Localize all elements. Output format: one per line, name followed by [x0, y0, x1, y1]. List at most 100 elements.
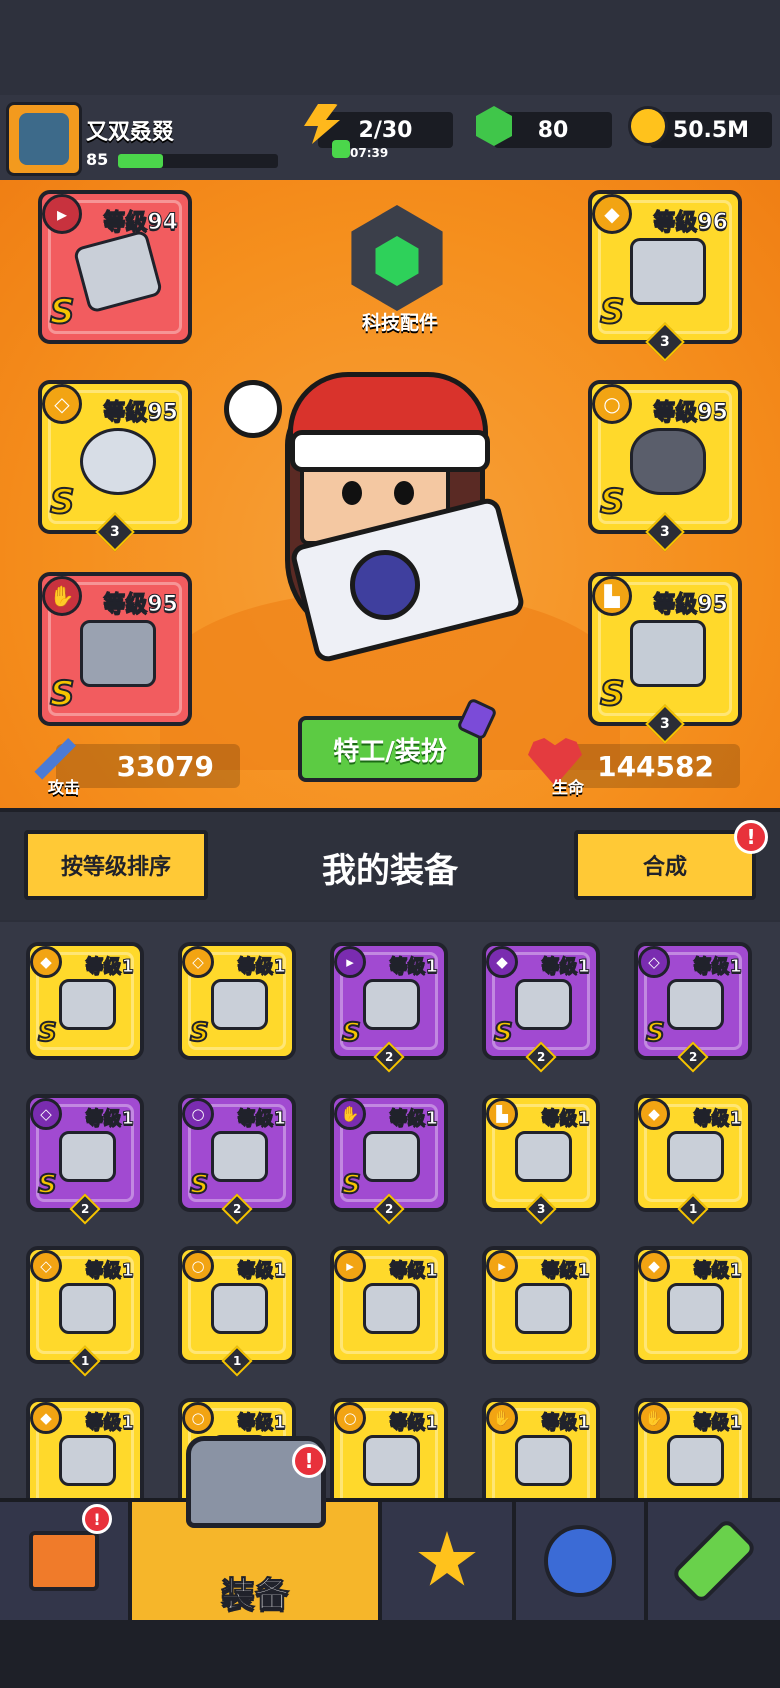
inventory-item-necklace[interactable]: ◇ 等级1 S	[178, 942, 296, 1060]
inventory-item-necklace[interactable]: ◇ 等级1 S 2	[634, 942, 752, 1073]
merge-button[interactable]: 合成	[574, 830, 756, 900]
blaster-barrel	[350, 550, 420, 620]
slot-grade: S	[37, 1017, 58, 1049]
slot-level: 等级1	[237, 1412, 287, 1434]
inventory-item-boots[interactable]: ▙ 等级1 3	[482, 1094, 600, 1225]
inventory-item-weapon[interactable]: ▸ 等级1	[482, 1246, 600, 1364]
belt-item-icon	[210, 1131, 268, 1182]
nav-dna-tab[interactable]	[648, 1502, 780, 1620]
weapon-item-icon	[362, 1283, 420, 1334]
nav-talent-tab[interactable]	[382, 1502, 516, 1620]
inventory-item-gloves[interactable]: ✋ 等级1	[634, 1398, 752, 1498]
add-energy-icon[interactable]	[332, 140, 350, 158]
gloves-item-icon	[666, 1435, 724, 1486]
inventory-item-armor[interactable]: ◆ 等级1	[634, 1246, 752, 1364]
status-bar	[0, 0, 780, 95]
star-necklace-item-icon	[79, 427, 156, 495]
slot-grade: S	[599, 481, 625, 523]
slot-level: 等级95	[653, 592, 729, 618]
santa-hat-pompom	[224, 380, 282, 438]
sort-by-level-button[interactable]: 按等级排序	[24, 830, 208, 900]
belt-type-icon: ○	[334, 1402, 366, 1434]
inventory-item-armor[interactable]: ◆ 等级1 S	[26, 942, 144, 1060]
shop-notification-badge: !	[82, 1504, 112, 1534]
inventory-title: 我的装备	[322, 851, 458, 891]
xp-bar	[118, 154, 278, 168]
inventory-item-gloves[interactable]: ✋ 等级1	[482, 1398, 600, 1498]
inventory-item-gloves[interactable]: ✋ 等级1 S 2	[330, 1094, 448, 1225]
slot-grade: S	[49, 291, 75, 333]
slot-level: 等级1	[85, 956, 135, 978]
inventory-item-weapon[interactable]: ▸ 等级1 S 2	[330, 942, 448, 1073]
necklace-type-icon: ◇	[30, 1250, 62, 1282]
equip-slot-belt[interactable]: ○ 等级95 S 3	[588, 380, 742, 552]
slot-grade: S	[341, 1169, 362, 1201]
gem-value: 80	[537, 117, 569, 143]
inventory-item-necklace[interactable]: ◇ 等级1 S 2	[26, 1094, 144, 1225]
armor-item-icon	[666, 1283, 724, 1334]
xp-bar-fill	[118, 154, 163, 168]
attack-stat: 33079	[56, 744, 240, 788]
slot-grade: S	[599, 291, 625, 333]
slot-level: 等级1	[237, 1260, 287, 1282]
merge-notification-badge: !	[734, 820, 768, 854]
armor-type-icon: ◆	[638, 1250, 670, 1282]
slot-level: 等级1	[237, 956, 287, 978]
energy-timer: 07:39	[350, 146, 389, 160]
slot-grade: S	[341, 1017, 362, 1049]
belt-item-icon	[629, 427, 706, 495]
slot-grade: S	[189, 1169, 210, 1201]
boots-item-icon	[514, 1131, 572, 1182]
armor-type-icon: ◆	[30, 1402, 62, 1434]
player-avatar[interactable]	[6, 102, 82, 176]
nav-equip-label: 装备	[221, 1574, 290, 1615]
armor-item-icon	[58, 979, 116, 1030]
inventory-item-necklace[interactable]: ◇ 等级1 1	[26, 1246, 144, 1377]
equip-slot-weapon[interactable]: ▸ 等级94 S	[38, 190, 192, 344]
inventory-item-weapon[interactable]: ▸ 等级1	[330, 1246, 448, 1364]
slot-level: 等级1	[389, 1108, 439, 1130]
inventory-item-belt[interactable]: ○ 等级1 S 2	[178, 1094, 296, 1225]
armor-item-icon	[629, 237, 706, 305]
slot-level: 等级1	[693, 956, 743, 978]
tech-label: 科技配件	[361, 312, 438, 334]
coin-counter[interactable]: 50.5M	[650, 112, 772, 148]
equip-slot-armor[interactable]: ◆ 等级96 S 3	[588, 190, 742, 362]
belt-type-icon: ○	[182, 1250, 214, 1282]
slot-level: 等级1	[541, 956, 591, 978]
equip-slot-gloves[interactable]: ✋ 等级95 S	[38, 572, 192, 726]
equip-slot-necklace[interactable]: ◇ 等级95 S 3	[38, 380, 192, 552]
dna-capsule-icon	[670, 1517, 758, 1605]
coin-value: 50.5M	[672, 117, 750, 143]
agent-costume-button[interactable]: 特工/装扮	[298, 716, 482, 782]
inventory-item-belt[interactable]: ○ 等级1	[330, 1398, 448, 1498]
inventory-item-belt[interactable]: ○ 等级1 1	[178, 1246, 296, 1377]
armor-type-icon: ◆	[638, 1098, 670, 1130]
inventory-item-armor[interactable]: ◆ 等级1	[26, 1398, 144, 1498]
nav-shop-tab[interactable]	[0, 1502, 132, 1620]
equip-slot-boots[interactable]: ▙ 等级95 S 3	[588, 572, 742, 744]
health-stat: 144582	[560, 744, 740, 788]
slot-grade: S	[189, 1017, 210, 1049]
shop-icon	[29, 1531, 99, 1591]
home-indicator-area	[0, 1620, 780, 1688]
player-name: 又双叒叕	[86, 120, 175, 145]
shirt-type-icon: ◆	[592, 194, 632, 234]
necklace-type-icon: ◇	[182, 946, 214, 978]
inventory-item-armor[interactable]: ◆ 等级1 S 2	[482, 942, 600, 1073]
slot-level: 等级1	[389, 1412, 439, 1434]
armor-type-icon: ◆	[30, 946, 62, 978]
energy-value: 2/30	[358, 117, 413, 143]
slot-level: 等级95	[103, 400, 179, 426]
nav-evolve-tab[interactable]	[516, 1502, 648, 1620]
slot-grade: S	[49, 673, 75, 715]
belt-type-icon: ○	[592, 384, 632, 424]
boots-type-icon: ▙	[486, 1098, 518, 1130]
slot-level: 等级1	[389, 956, 439, 978]
slot-level: 等级1	[237, 1108, 287, 1130]
slot-grade: S	[49, 481, 75, 523]
necklace-type-icon: ◇	[30, 1098, 62, 1130]
gloves-type-icon: ✋	[486, 1402, 518, 1434]
inventory-item-armor[interactable]: ◆ 等级1 1	[634, 1094, 752, 1225]
inventory-grid: ◆ 等级1 S ◇ 等级1 S ▸ 等级1 S 2 ◆ 等级1 S 2 ◇ 等级1 S 2 ◇ 等级1 S 2 ○ 等级1 S 2…	[0, 922, 780, 1498]
